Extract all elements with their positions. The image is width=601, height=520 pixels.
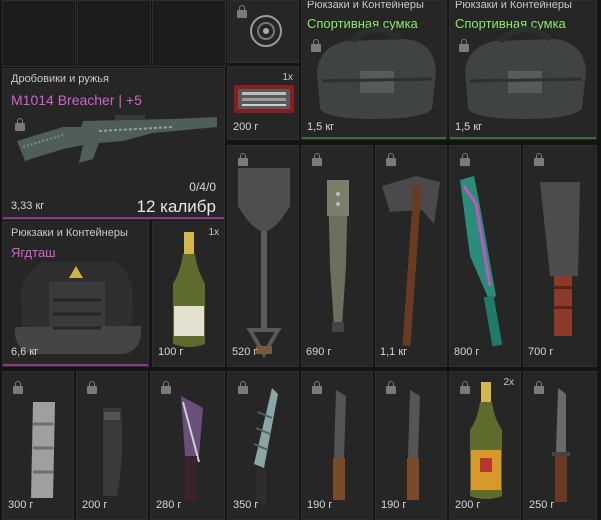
champagne-bottle-icon [470,382,502,499]
knife-icon [333,390,346,500]
item-weight: 100 г [158,346,184,358]
item-weight: 280 г [156,499,182,511]
item-slot-knife[interactable]: 190 г [301,371,373,520]
item-slot-champagne[interactable]: 2x 200 г [449,371,521,520]
empty-slot[interactable] [152,0,226,67]
ammo-count: 0/4/0 [189,180,216,194]
item-slot-sport-bag[interactable]: Рюкзаки и Контейнеры Спортивная сумка 1,… [449,0,597,140]
item-slot-knife[interactable]: 190 г [375,371,447,520]
item-weight: 1,1 кг [380,346,408,358]
knife-icon [407,390,420,500]
item-slot-magazine[interactable]: 300 г [2,371,74,520]
machete-icon [460,176,503,347]
item-slot-shotgun[interactable]: Дробовики и ружья M1014 Breacher | +5 0/… [2,68,225,220]
item-weight: 1,5 кг [455,121,483,133]
machete-icon [540,182,580,336]
rarity-bar [3,364,148,366]
item-weight: 300 г [8,499,34,511]
duffel-bag-icon [317,26,436,119]
rarity-bar [3,217,224,219]
item-weight: 190 г [307,499,333,511]
item-weight: 1,5 кг [307,121,335,133]
item-slot-sport-bag[interactable]: Рюкзаки и Контейнеры Спортивная сумка 1,… [301,0,447,140]
item-slot-backpack[interactable]: Рюкзаки и Контейнеры Ягдташ 6,6 кг [2,221,149,367]
caliber-label: 12 калибр [136,197,216,216]
item-weight: 520 г [232,346,258,358]
magazine-icon [103,408,123,496]
shovel-icon [238,168,290,358]
item-weight: 350 г [233,499,259,511]
item-slot-bat[interactable]: 690 г [301,145,373,367]
rarity-bar [302,137,446,139]
duffel-bag-icon [465,26,586,119]
empty-slot[interactable] [77,0,151,67]
item-slot-knife[interactable]: 350 г [227,371,299,520]
item-slot-champagne[interactable]: 1x 100 г [152,221,225,367]
knife-icon [181,396,203,500]
serrated-knife-icon [253,388,278,504]
item-slot-toolcase[interactable]: 1x 200 г [227,66,299,140]
item-weight: 700 г [528,346,554,358]
item-weight: 6,6 кг [11,346,39,358]
item-weight: 190 г [381,499,407,511]
item-weight: 690 г [306,346,332,358]
item-slot-machete[interactable]: 700 г [523,145,597,367]
item-slot-axe[interactable]: 1,1 кг [375,145,447,367]
axe-icon [382,176,440,347]
item-slot-bayonet[interactable]: 250 г [523,371,597,520]
magazine-icon [31,402,55,498]
item-slot-shovel[interactable]: 520 г [227,145,299,367]
item-slot-machete[interactable]: 800 г [449,145,521,367]
trinket-icon [250,15,282,47]
rarity-bar [450,137,596,139]
item-weight: 200 г [233,121,259,133]
bayonet-icon [552,388,570,502]
item-weight: 800 г [454,346,480,358]
empty-slot[interactable] [2,0,76,67]
item-weight: 3,33 кг [11,200,45,212]
item-slot-magazine[interactable]: 200 г [76,371,148,520]
item-weight: 200 г [82,499,108,511]
item-weight: 200 г [455,499,481,511]
item-weight: 250 г [529,499,555,511]
spiked-bat-icon [327,180,349,332]
item-slot-knife[interactable]: 280 г [150,371,225,520]
item-slot-trinket[interactable] [227,0,299,63]
